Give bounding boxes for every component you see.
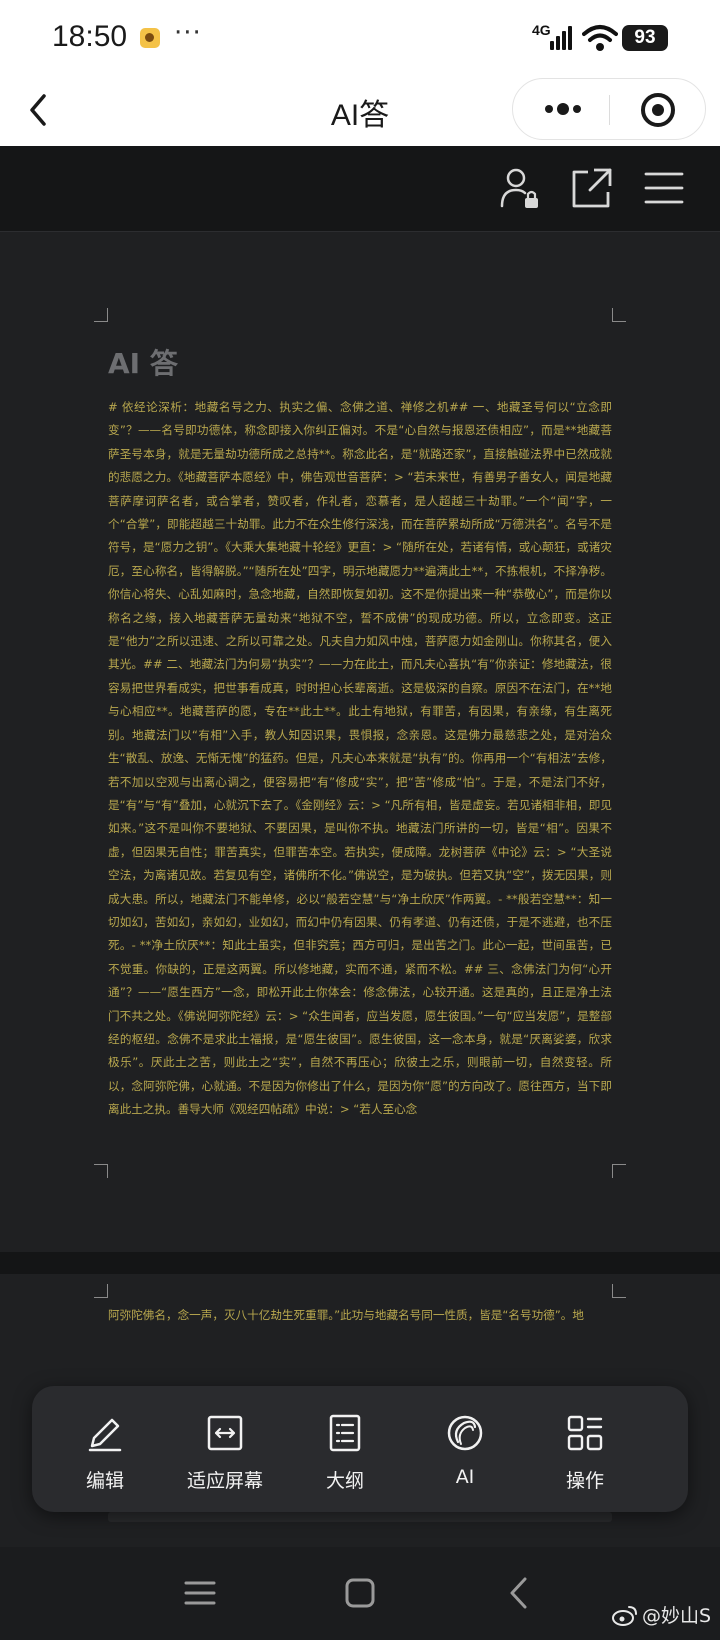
more-options-button[interactable]	[543, 97, 583, 121]
outline-icon	[329, 1414, 361, 1452]
system-navigation-bar	[0, 1547, 720, 1640]
page-separator	[0, 1252, 720, 1274]
pencil-icon	[88, 1418, 122, 1452]
notification-app-icon	[140, 28, 160, 48]
nav-back-icon[interactable]	[500, 1573, 540, 1613]
recent-apps-icon[interactable]	[180, 1573, 220, 1613]
page-corner-mark	[612, 1284, 626, 1298]
fit-screen-button[interactable]: 适应屏幕	[162, 1386, 288, 1512]
mini-program-capsule	[512, 78, 706, 140]
ai-button[interactable]: AI	[402, 1386, 528, 1512]
app-toolbar	[0, 146, 720, 232]
home-icon[interactable]	[340, 1573, 380, 1613]
edit-label: 编辑	[85, 1470, 124, 1492]
capsule-divider	[609, 95, 610, 125]
weibo-logo-icon	[612, 1606, 637, 1626]
outline-label: 大纲	[325, 1470, 364, 1492]
status-more-dots: ···	[174, 18, 202, 48]
document-viewer[interactable]: AI 答 # 依经论深析：地藏名号之力、执实之偏、念佛之道、禅修之机## 一、地…	[0, 232, 720, 1547]
edit-button[interactable]: 编辑	[42, 1386, 168, 1512]
document-heading: AI 答	[108, 347, 178, 380]
user-lock-icon[interactable]	[498, 166, 542, 210]
close-target-icon[interactable]	[639, 91, 677, 129]
battery-indicator: 93	[622, 25, 668, 51]
page-corner-mark	[94, 1284, 108, 1298]
fit-screen-label: 适应屏幕	[186, 1470, 263, 1492]
document-page-1: AI 答 # 依经论深析：地藏名号之力、执实之偏、念佛之道、禅修之机## 一、地…	[0, 232, 720, 1252]
wifi-icon	[582, 25, 618, 51]
page-corner-mark	[94, 308, 108, 322]
grid-icon	[567, 1415, 603, 1451]
document-body-text-page-2: 阿弥陀佛名，念一声，灭八十亿劫生死重罪。”此功与地藏名号同一性质，皆是“名号功德…	[108, 1308, 584, 1322]
ai-icon	[447, 1415, 483, 1451]
page-corner-mark	[612, 308, 626, 322]
document-body-text: # 依经论深析：地藏名号之力、执实之偏、念佛之道、禅修之机## 一、地藏圣号何以…	[108, 400, 612, 1117]
menu-hamburger-icon[interactable]	[642, 166, 686, 210]
bottom-action-menu: 编辑 适应屏幕 大纲 AI 操作	[32, 1386, 688, 1512]
operations-label: 操作	[565, 1470, 604, 1492]
obscured-text-line	[108, 1512, 612, 1522]
status-bar: 18:50 ··· 4G 93	[0, 0, 720, 78]
operations-button[interactable]: 操作	[522, 1386, 648, 1512]
share-export-icon[interactable]	[570, 166, 614, 210]
title-bar: AI答	[0, 78, 720, 146]
fit-screen-icon	[207, 1415, 243, 1451]
status-time: 18:50	[52, 20, 128, 53]
page-corner-mark	[94, 1164, 108, 1178]
ai-label: AI	[455, 1466, 475, 1488]
outline-button[interactable]: 大纲	[282, 1386, 408, 1512]
watermark-text: @妙山S	[642, 1605, 712, 1627]
signal-icon	[550, 26, 572, 50]
page-corner-mark	[612, 1164, 626, 1178]
top-bar-area: 18:50 ··· 4G 93 AI答	[0, 0, 720, 146]
